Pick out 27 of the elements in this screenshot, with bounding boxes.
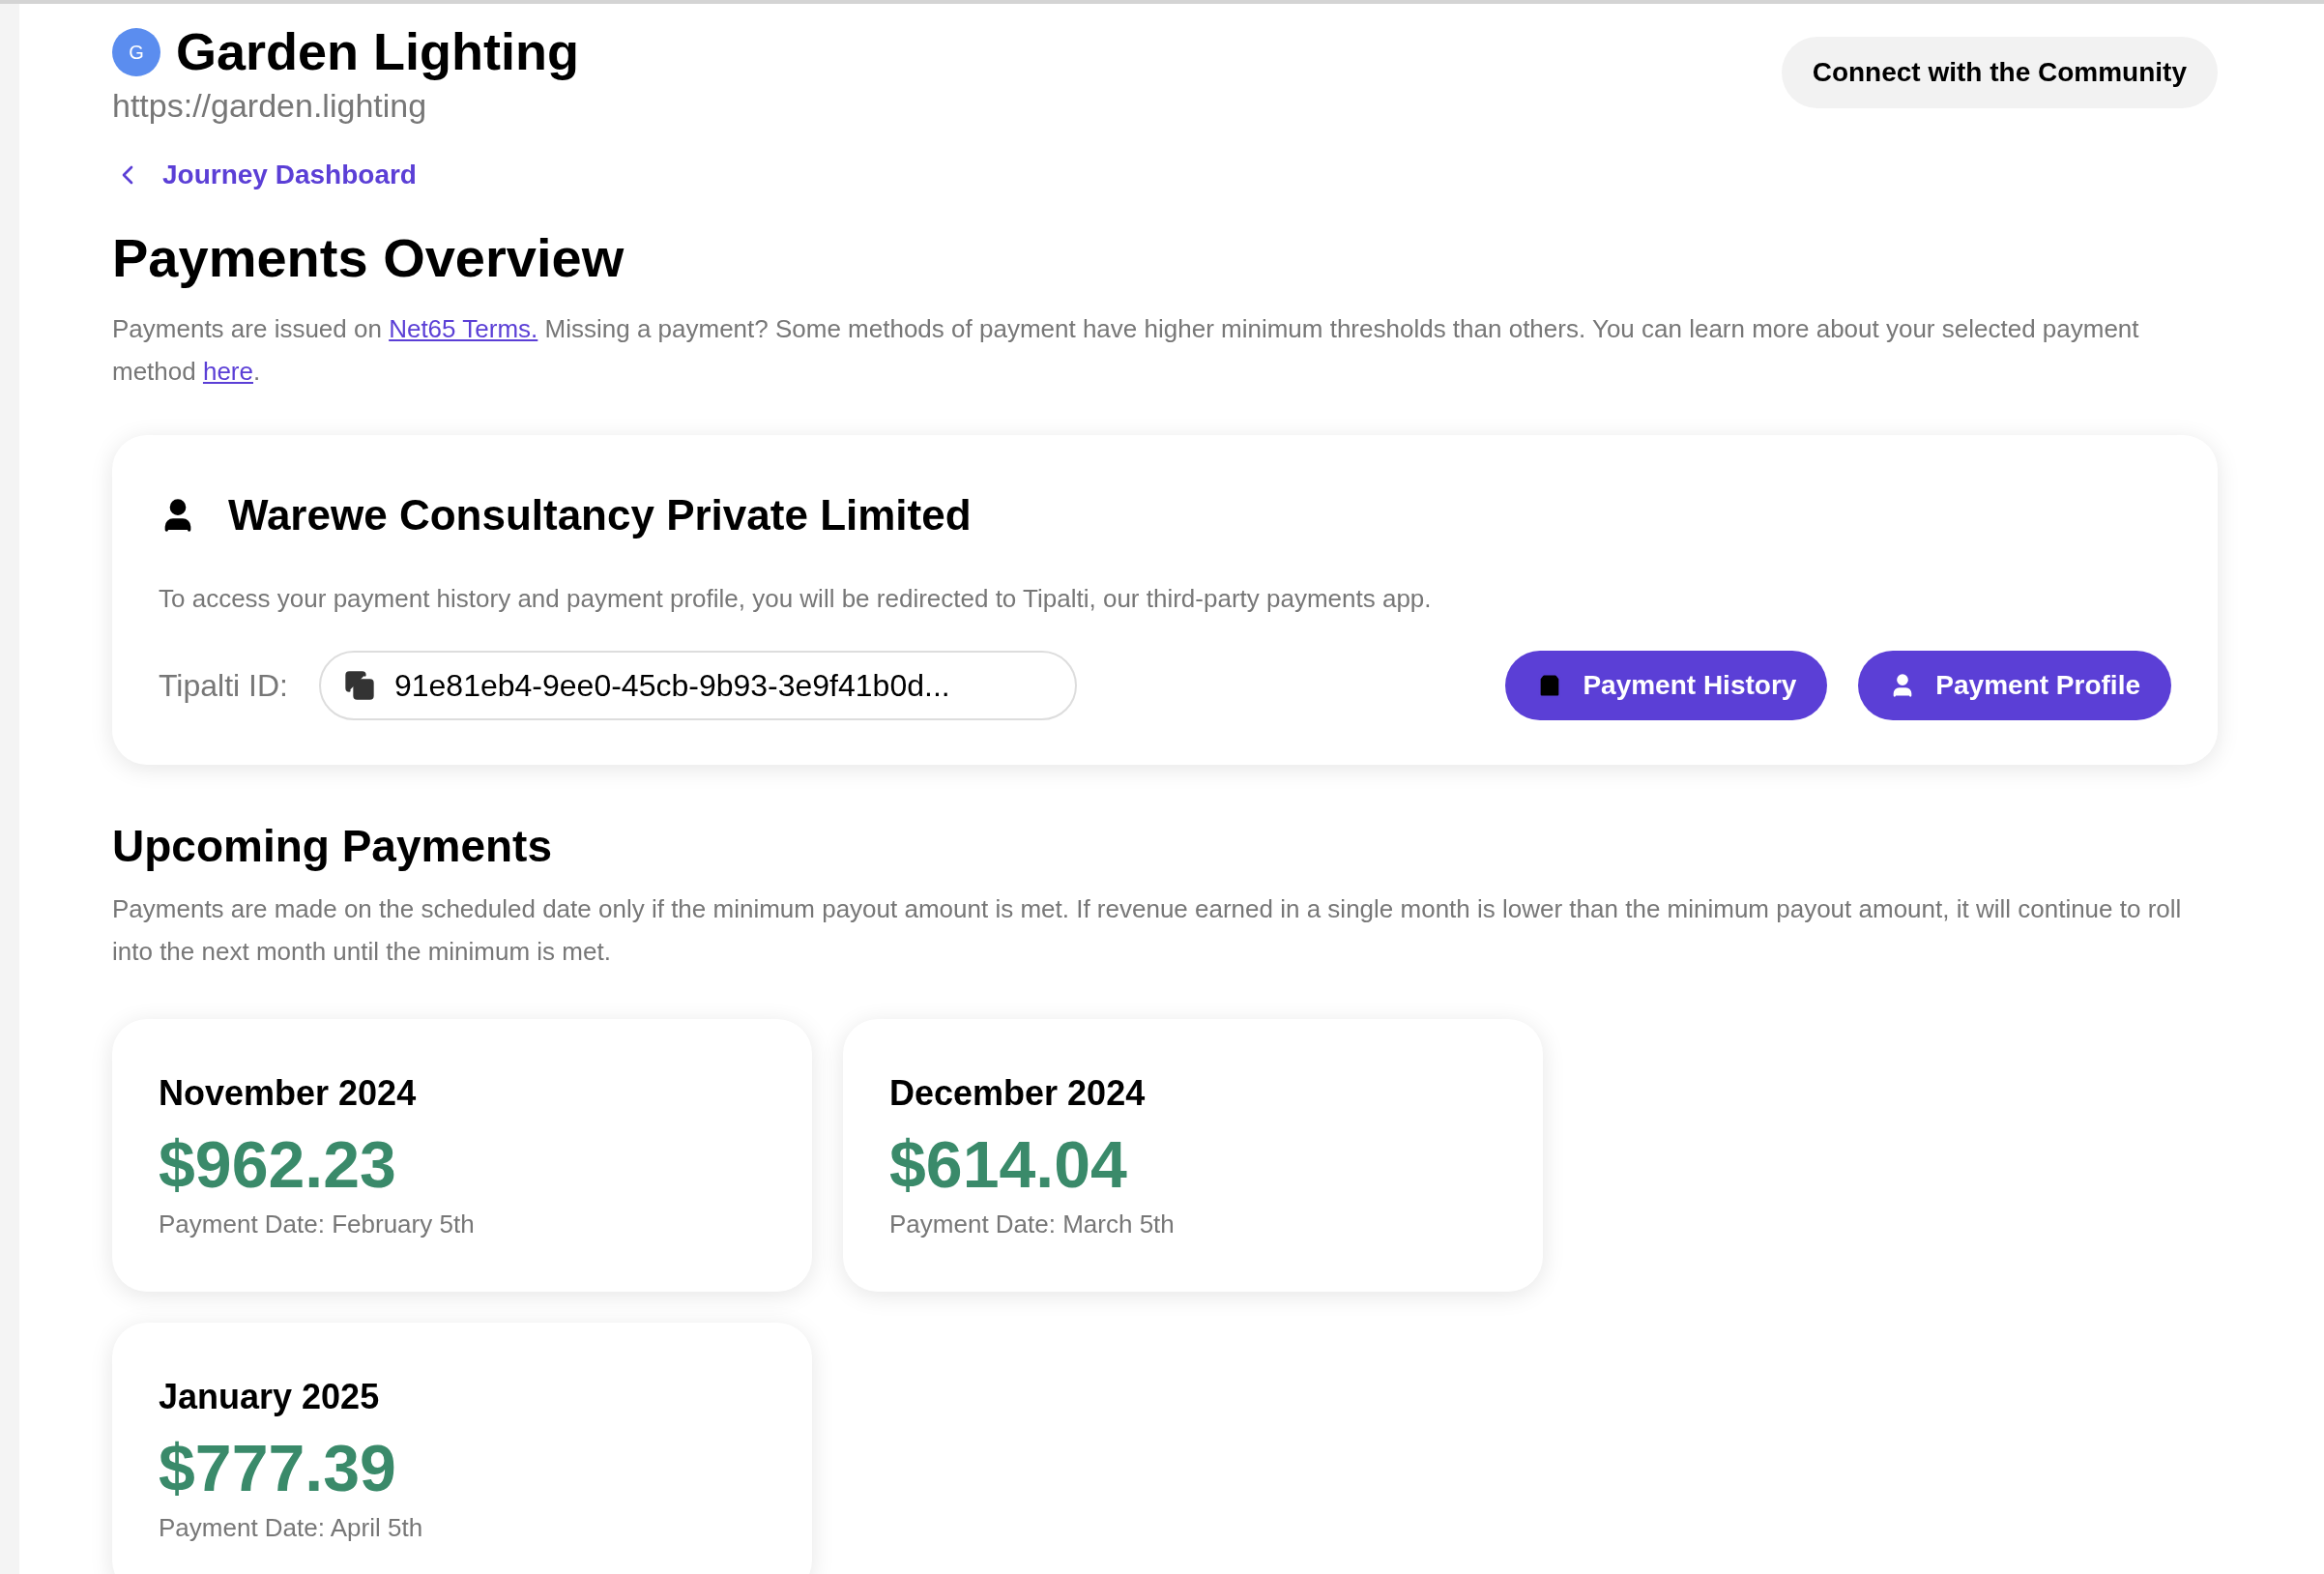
intro-paragraph: Payments are issued on Net65 Terms. Missing a payment? Some methods of payment have higher minimum thresholds than others. You can learn more about your selected payment method here. (112, 313, 2140, 388)
section-note: Payments are made on the scheduled date only if the minimum payout amount is met. If revenue earned in a single month is lower than the minimum payout amount, it will continue to roll into the next month until the minimum is met. (112, 893, 2183, 968)
site-avatar: G (112, 27, 160, 76)
inline-link[interactable]: Net65 Terms. (389, 314, 538, 343)
site-name: Garden Lighting (176, 21, 579, 82)
section-title: Upcoming Payments (112, 820, 553, 873)
copy-icon (343, 670, 375, 701)
site-url: https://garden.lighting (112, 85, 428, 126)
payment-date: Payment Date: March 5th (889, 1209, 1176, 1240)
community-button[interactable]: Connect with the Community (1781, 37, 2218, 108)
payment-date: Payment Date: April 5th (159, 1512, 424, 1544)
inline-link[interactable]: here (202, 357, 253, 386)
account-name: Warewe Consultancy Private Limited (228, 490, 972, 540)
payment-button[interactable]: Payment History (1505, 651, 1828, 720)
page-title: Payments Overview (112, 226, 625, 290)
account-note: To access your payment history and payment profile, you will be redirected to Tipalti, our third-party payments app. (159, 583, 1433, 615)
payment-month: January 2025 (159, 1376, 381, 1418)
back-link[interactable]: Journey Dashboard (112, 155, 417, 195)
payment-month: December 2024 (889, 1072, 1147, 1115)
id-label: Tipalti ID: (159, 667, 288, 705)
payment-button[interactable]: Payment Profile (1858, 651, 2171, 720)
payment-date: Payment Date: February 5th (159, 1209, 476, 1240)
payment-month: November 2024 (159, 1072, 418, 1115)
payment-amount: $777.39 (159, 1430, 397, 1506)
id-field[interactable]: 91e81eb4-9ee0-45cb-9b93-3e9f41b0d... (318, 651, 1077, 720)
payment-amount: $962.23 (159, 1126, 397, 1203)
payment-amount: $614.04 (889, 1126, 1128, 1203)
